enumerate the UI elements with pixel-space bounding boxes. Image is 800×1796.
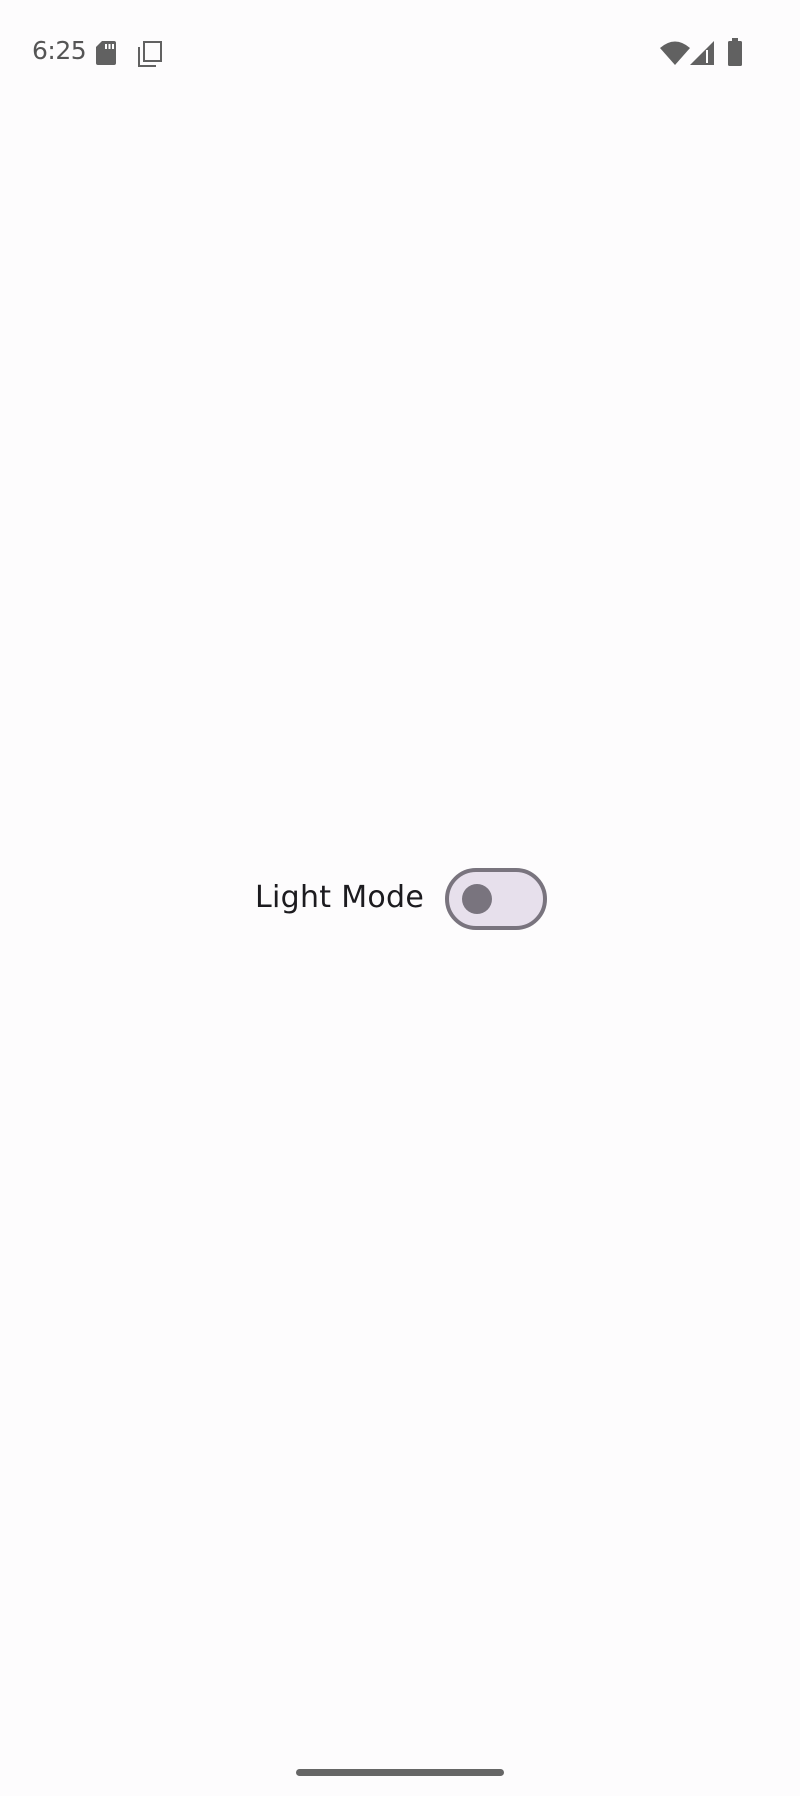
- battery-icon: [728, 38, 742, 66]
- toggle-thumb: [462, 884, 492, 914]
- status-bar: 6:25: [0, 0, 800, 100]
- status-time: 6:25: [32, 36, 87, 65]
- cell-signal-icon: [690, 41, 714, 65]
- wifi-icon: [660, 41, 690, 65]
- copy-icon: [138, 41, 162, 67]
- light-mode-label: Light Mode: [255, 880, 425, 915]
- light-mode-toggle[interactable]: [445, 868, 547, 930]
- home-indicator[interactable]: [296, 1769, 504, 1776]
- sd-card-icon: [96, 41, 116, 65]
